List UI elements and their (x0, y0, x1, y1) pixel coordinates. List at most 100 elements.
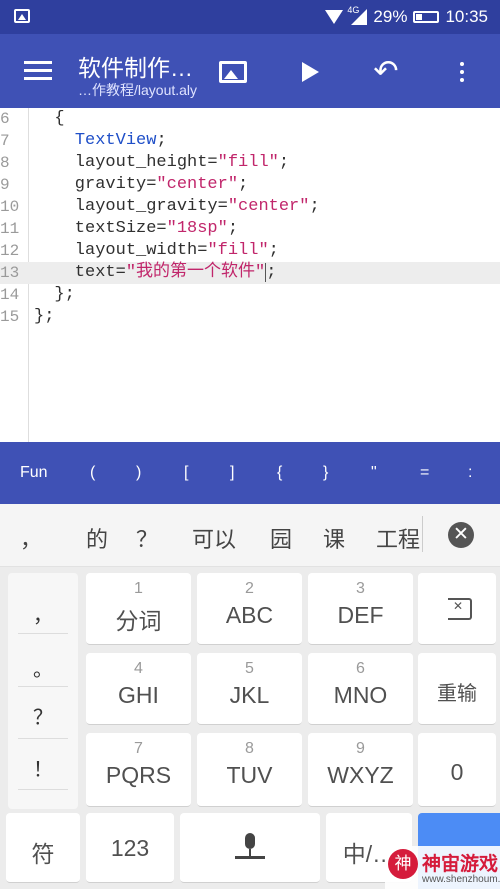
code-text: text="我的第一个软件"; (34, 262, 276, 284)
code-text: textSize="18sp"; (34, 218, 238, 240)
code-line[interactable]: 8 layout_height="fill"; (0, 152, 500, 174)
battery-icon (413, 11, 440, 23)
code-line[interactable]: 14 }; (0, 284, 500, 306)
key-letters: GHI (118, 682, 159, 708)
key-letters: JKL (229, 682, 270, 708)
candidate-word[interactable]: ， (20, 522, 42, 554)
punc-key-comma[interactable]: ， (8, 599, 78, 628)
code-token: " (255, 263, 267, 282)
key-number: 4 (134, 660, 143, 677)
code-token: gravity= (34, 175, 157, 194)
punc-key-period[interactable]: 。 (8, 653, 78, 682)
code-text: layout_height="fill"; (34, 152, 289, 174)
t9-key[interactable]: 3 DEF (308, 573, 413, 645)
line-number: 7 (0, 132, 10, 150)
t9-key[interactable]: 5 JKL (197, 653, 302, 725)
candidate-word[interactable]: 的 (86, 522, 108, 554)
code-line[interactable]: 7 TextView; (0, 130, 500, 152)
line-number: 8 (0, 154, 10, 172)
key-letters: PQRS (105, 762, 172, 788)
code-text: { (34, 108, 64, 130)
symbol-key[interactable]: ) (136, 464, 141, 482)
t9-key[interactable]: 1 分词 (86, 573, 191, 645)
close-candidates-icon[interactable]: ✕ (448, 522, 474, 548)
code-token: layout_gravity= (34, 197, 228, 216)
code-token: }; (34, 307, 55, 326)
symbol-key[interactable]: Fun (20, 464, 48, 482)
watermark-url: www.shenzhoum.com (422, 874, 500, 885)
code-token: text= (34, 263, 126, 282)
key-letters: ABC (225, 602, 274, 628)
more-options-icon[interactable] (446, 56, 478, 88)
candidate-bar: ， 的 ？ 可以 园课工程 (0, 504, 500, 567)
code-line[interactable]: 15}; (0, 306, 500, 328)
symbol-key[interactable]: : (468, 464, 472, 482)
zero-label: 0 (450, 759, 464, 785)
punc-key-exclaim[interactable]: ！ (8, 753, 78, 782)
code-line[interactable]: 11 textSize="18sp"; (0, 218, 500, 240)
symbol-key[interactable]: ] (230, 464, 234, 482)
t9-key[interactable]: 2 ABC (197, 573, 302, 645)
gallery-notification-icon (14, 9, 30, 23)
key-letters: 分词 (115, 608, 162, 634)
code-text: layout_gravity="center"; (34, 196, 320, 218)
t9-key[interactable]: 8 TUV (197, 733, 302, 807)
t9-key[interactable]: 7 PQRS (86, 733, 191, 807)
candidate-word[interactable]: 工程 (376, 522, 420, 554)
status-bar: 4G 29% 10:35 (0, 0, 500, 34)
key-letters: MNO (333, 682, 388, 708)
divider (18, 789, 68, 790)
symbol-key[interactable]: = (420, 464, 429, 482)
candidate-word[interactable]: ？ (136, 522, 158, 554)
zero-key[interactable]: 0 (418, 733, 496, 807)
code-token: ; (238, 175, 249, 194)
reenter-label: 重输 (437, 683, 477, 705)
numbers-key[interactable]: 123 (86, 813, 174, 883)
symbol-key[interactable]: { (277, 464, 282, 482)
code-text: }; (34, 306, 54, 328)
line-number: 15 (0, 308, 20, 326)
symbol-key[interactable]: [ (184, 464, 188, 482)
key-number: 9 (356, 740, 365, 757)
code-line[interactable]: 6 { (0, 108, 500, 130)
key-number: 6 (356, 660, 365, 677)
signal-icon: 4G (347, 5, 368, 25)
code-token: "18sp" (166, 219, 228, 238)
t9-key[interactable]: 9 WXYZ (308, 733, 413, 807)
code-line[interactable]: 13 text="我的第一个软件"; (0, 262, 500, 284)
symbols-key[interactable]: 符 (6, 813, 80, 883)
menu-icon[interactable] (24, 61, 52, 81)
wifi-icon (325, 10, 344, 24)
code-editor[interactable]: 6 {7 TextView; 8 layout_height="fill"; 9 g… (0, 108, 500, 442)
undo-icon[interactable]: ↶ (370, 56, 402, 88)
key-number: 8 (245, 740, 254, 757)
code-token: }; (34, 285, 75, 304)
play-icon[interactable] (294, 56, 326, 88)
candidate-word[interactable]: 园 (270, 522, 292, 554)
t9-key[interactable]: 6 MNO (308, 653, 413, 725)
code-token: layout_width= (34, 241, 208, 260)
key-number: 5 (245, 660, 254, 677)
candidate-word[interactable]: 课 (323, 522, 345, 554)
code-line[interactable]: 9 gravity="center"; (0, 174, 500, 196)
numbers-label: 123 (110, 835, 150, 861)
code-token: ; (266, 263, 277, 282)
code-token: layout_height= (34, 153, 218, 172)
symbol-key[interactable]: } (323, 464, 328, 482)
image-icon[interactable] (217, 56, 249, 88)
symbol-key[interactable]: " (371, 464, 377, 482)
t9-key[interactable]: 4 GHI (86, 653, 191, 725)
code-line[interactable]: 12 layout_width="fill"; (0, 240, 500, 262)
code-line[interactable]: 10 layout_gravity="center"; (0, 196, 500, 218)
code-text: TextView; (34, 130, 167, 152)
status-right: 4G 29% 10:35 (325, 5, 488, 27)
reenter-key[interactable]: 重输 (418, 653, 496, 725)
candidate-word[interactable]: 可以 (192, 522, 236, 554)
symbol-key[interactable]: ( (90, 464, 95, 482)
microphone-icon (231, 833, 269, 863)
punc-key-question[interactable]: ？ (8, 701, 78, 730)
line-number: 13 (0, 264, 20, 282)
key-number: 7 (134, 740, 143, 757)
network-type: 4G (347, 5, 360, 15)
line-number: 9 (0, 176, 10, 194)
